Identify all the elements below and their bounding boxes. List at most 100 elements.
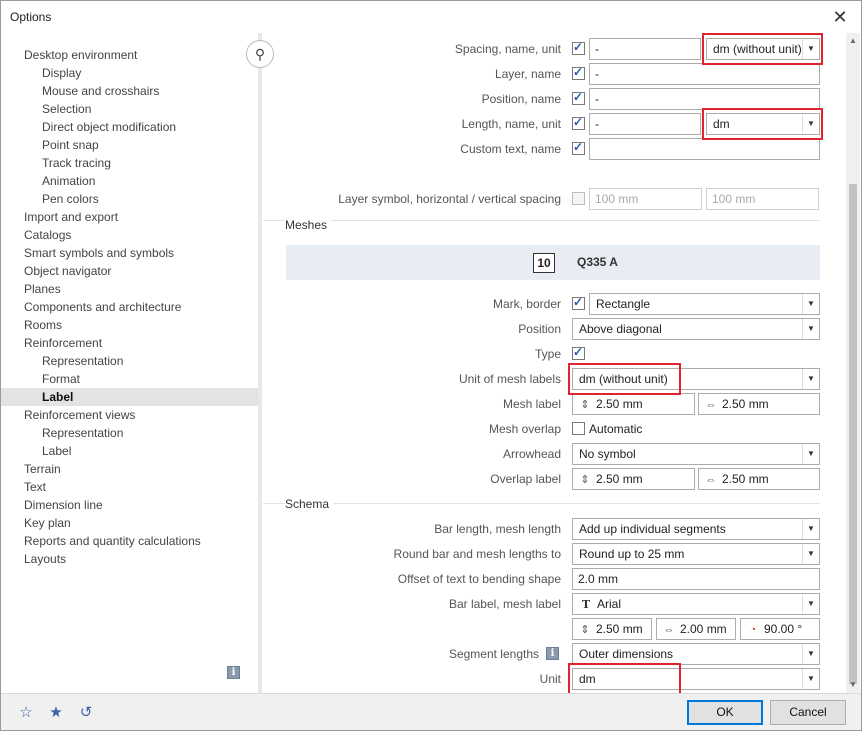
bar-length-value: Add up individual segments bbox=[579, 522, 726, 536]
text-width-field[interactable]: ⇔ 2.00 mm bbox=[656, 618, 736, 640]
nav-item[interactable]: Track tracing bbox=[42, 154, 111, 172]
overlap-label-height-value: 2.50 mm bbox=[596, 472, 643, 486]
mark-border-value: Rectangle bbox=[596, 297, 651, 311]
nav-item[interactable]: Smart symbols and symbols bbox=[24, 244, 174, 262]
offset-field[interactable]: 2.0 mm bbox=[572, 568, 820, 590]
mesh-preview: 10 Q335 A bbox=[286, 245, 820, 280]
layer-checkbox[interactable] bbox=[572, 65, 585, 80]
dialog-footer: ☆ ★ ↺ OK Cancel bbox=[1, 693, 861, 730]
nav-item[interactable]: Direct object modification bbox=[42, 118, 176, 136]
nav-item[interactable]: Label bbox=[42, 442, 71, 460]
nav-item[interactable]: Object navigator bbox=[24, 262, 111, 280]
nav-item[interactable]: Terrain bbox=[24, 460, 61, 478]
nav-item[interactable]: Catalogs bbox=[24, 226, 71, 244]
scroll-thumb[interactable] bbox=[849, 184, 857, 684]
font-dropdown[interactable]: T Arial ▼ bbox=[572, 593, 820, 615]
segment-lengths-label: Segment lengths bbox=[448, 647, 539, 661]
cancel-button[interactable]: Cancel bbox=[770, 700, 846, 725]
nav-item[interactable]: Text bbox=[24, 478, 46, 496]
mesh-label-width-value: 2.50 mm bbox=[722, 397, 769, 411]
nav-item[interactable]: Reinforcement views bbox=[24, 406, 135, 424]
options-tree: Desktop environment Display Mouse and cros… bbox=[1, 33, 258, 693]
mesh-position-value: Above diagonal bbox=[579, 322, 662, 336]
length-unit-dropdown[interactable]: dm ▼ bbox=[706, 113, 820, 135]
round-label: Round bar and mesh lengths to bbox=[393, 547, 561, 561]
mark-border-checkbox[interactable] bbox=[572, 295, 585, 310]
mesh-overlap-label: Mesh overlap bbox=[488, 422, 561, 436]
mark-border-dropdown[interactable]: Rectangle ▼ bbox=[589, 293, 820, 315]
nav-item[interactable]: Rooms bbox=[24, 316, 62, 334]
info-icon[interactable]: i bbox=[546, 647, 559, 660]
spacing-name-field[interactable]: - bbox=[589, 38, 701, 60]
position-name-field[interactable]: - bbox=[589, 88, 820, 110]
mesh-label-width-field[interactable]: ⇔ 2.50 mm bbox=[698, 393, 820, 415]
layer-symbol-checkbox[interactable] bbox=[572, 192, 585, 205]
open-favorites-icon[interactable]: ☆ bbox=[15, 702, 37, 724]
spacing-unit-dropdown[interactable]: dm (without unit) ▼ bbox=[706, 38, 820, 60]
layer-symbol-h-field[interactable]: 100 mm bbox=[589, 188, 702, 210]
mesh-label-height-field[interactable]: ⇕ 2.50 mm bbox=[572, 393, 695, 415]
nav-item[interactable]: Components and architecture bbox=[24, 298, 181, 316]
offset-label: Offset of text to bending shape bbox=[397, 572, 561, 586]
mesh-position-dropdown[interactable]: Above diagonal ▼ bbox=[572, 318, 820, 340]
angle-icon: ◔ bbox=[749, 624, 757, 636]
nav-item[interactable]: Representation bbox=[42, 424, 123, 442]
nav-item[interactable]: Desktop environment bbox=[24, 46, 137, 64]
nav-item[interactable]: Point snap bbox=[42, 136, 99, 154]
nav-item[interactable]: Label bbox=[1, 388, 258, 406]
chevron-down-icon: ▼ bbox=[802, 39, 819, 59]
automatic-checkbox[interactable] bbox=[572, 422, 585, 435]
bar-length-dropdown[interactable]: Add up individual segments ▼ bbox=[572, 518, 820, 540]
reset-icon[interactable]: ↺ bbox=[75, 702, 97, 724]
layer-symbol-v-field[interactable]: 100 mm bbox=[706, 188, 819, 210]
save-favorites-icon[interactable]: ★ bbox=[45, 702, 67, 724]
scroll-down-icon[interactable]: ▼ bbox=[846, 679, 860, 691]
nav-item[interactable]: Animation bbox=[42, 172, 95, 190]
overlap-label-height-field[interactable]: ⇕ 2.50 mm bbox=[572, 468, 695, 490]
spacing-label: Spacing, name, unit bbox=[454, 42, 561, 56]
scroll-up-icon[interactable]: ▲ bbox=[846, 35, 860, 47]
position-name-checkbox[interactable] bbox=[572, 90, 585, 105]
nav-item[interactable]: Reports and quantity calculations bbox=[24, 532, 201, 550]
round-dropdown[interactable]: Round up to 25 mm ▼ bbox=[572, 543, 820, 565]
nav-item[interactable]: Import and export bbox=[24, 208, 118, 226]
length-name-field[interactable]: - bbox=[589, 113, 701, 135]
custom-text-field[interactable] bbox=[589, 138, 820, 160]
layer-name-field[interactable]: - bbox=[589, 63, 820, 85]
info-icon[interactable]: i bbox=[227, 666, 240, 679]
nav-item[interactable]: Planes bbox=[24, 280, 61, 298]
round-value: Round up to 25 mm bbox=[579, 547, 685, 561]
width-icon: ⇔ bbox=[705, 399, 717, 411]
nav-item[interactable]: Selection bbox=[42, 100, 91, 118]
text-angle-field[interactable]: ◔ 90.00 ° bbox=[740, 618, 820, 640]
length-checkbox[interactable] bbox=[572, 115, 585, 130]
automatic-label: Automatic bbox=[589, 422, 643, 436]
chevron-down-icon: ▼ bbox=[802, 369, 819, 389]
splitter[interactable] bbox=[258, 33, 262, 693]
segment-lengths-dropdown[interactable]: Outer dimensions ▼ bbox=[572, 643, 820, 665]
custom-text-checkbox[interactable] bbox=[572, 140, 585, 155]
text-height-field[interactable]: ⇕ 2.50 mm bbox=[572, 618, 652, 640]
nav-item[interactable]: Layouts bbox=[24, 550, 66, 568]
unit-dropdown[interactable]: dm ▼ bbox=[572, 668, 820, 690]
custom-text-label: Custom text, name bbox=[460, 142, 561, 156]
nav-item[interactable]: Format bbox=[42, 370, 80, 388]
nav-item[interactable]: Representation bbox=[42, 352, 123, 370]
nav-item[interactable]: Display bbox=[42, 64, 81, 82]
close-icon[interactable]: ✕ bbox=[829, 6, 851, 28]
spacing-checkbox[interactable] bbox=[572, 40, 585, 55]
nav-item[interactable]: Dimension line bbox=[24, 496, 103, 514]
unit-mesh-labels-dropdown[interactable]: dm (without unit) ▼ bbox=[572, 368, 820, 390]
overlap-label-width-field[interactable]: ⇔ 2.50 mm bbox=[698, 468, 820, 490]
nav-item[interactable]: Mouse and crosshairs bbox=[42, 82, 159, 100]
arrowhead-dropdown[interactable]: No symbol ▼ bbox=[572, 443, 820, 465]
ok-button[interactable]: OK bbox=[687, 700, 763, 725]
position-name-label: Position, name bbox=[481, 92, 561, 106]
nav-item[interactable]: Reinforcement bbox=[24, 334, 102, 352]
mark-border-label: Mark, border bbox=[492, 297, 561, 311]
chevron-down-icon: ▼ bbox=[802, 294, 819, 314]
vertical-scrollbar[interactable]: ▲ ▼ bbox=[846, 33, 860, 693]
nav-item[interactable]: Key plan bbox=[24, 514, 71, 532]
nav-item[interactable]: Pen colors bbox=[42, 190, 99, 208]
type-checkbox[interactable] bbox=[572, 345, 585, 360]
